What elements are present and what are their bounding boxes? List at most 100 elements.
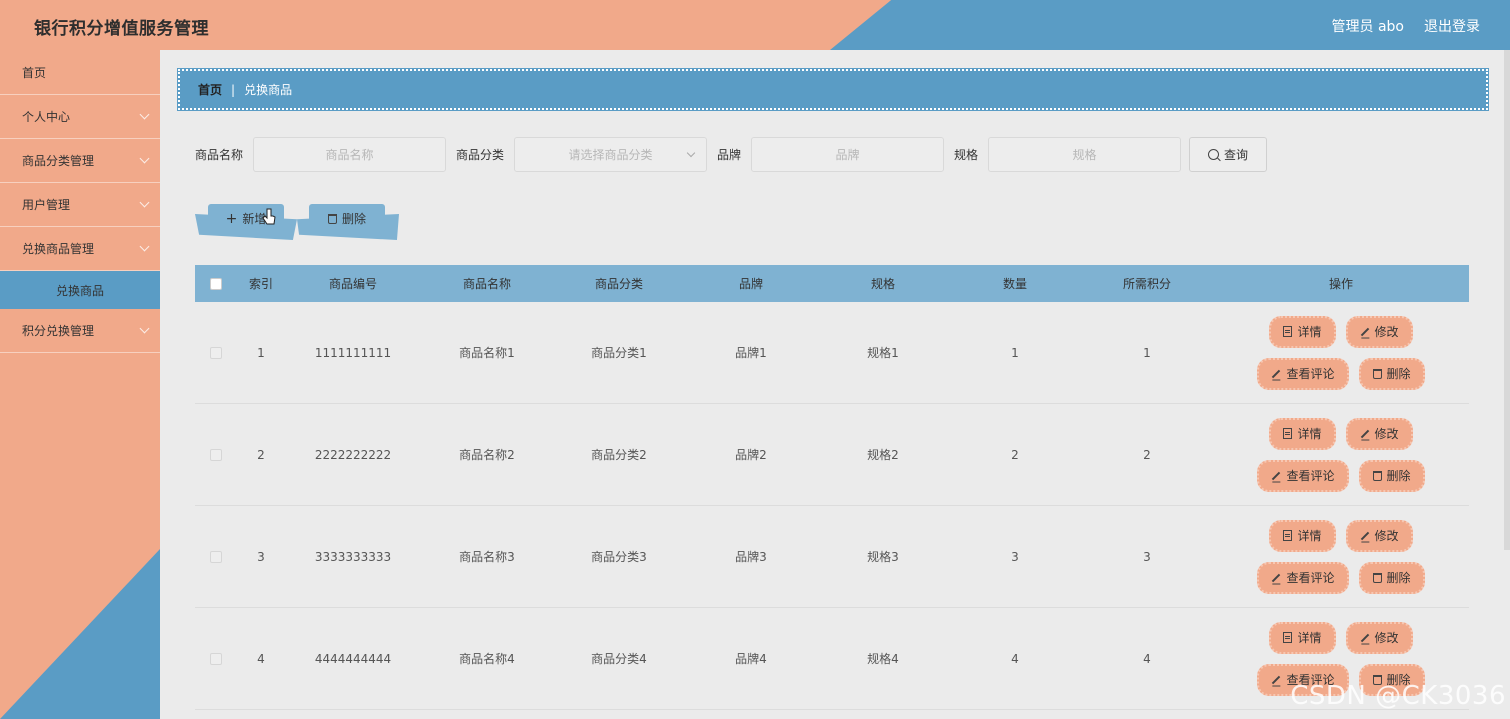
cell-quantity: 1 <box>1011 345 1019 360</box>
hand-cursor-icon <box>262 208 276 225</box>
row-check-cell <box>195 652 237 665</box>
product-category-label: 商品分类 <box>456 148 505 162</box>
pencil-icon <box>1272 369 1281 378</box>
row-delete-button[interactable]: 删除 <box>1358 459 1425 492</box>
cell-name: 商品名称4 <box>459 652 515 666</box>
cell-points: 2 <box>1143 447 1151 462</box>
batch-delete-button[interactable]: 删除 <box>309 204 385 233</box>
cell-operations: 详情 修改 查看评论 删除 <box>1213 519 1469 594</box>
cell-operations: 详情 修改 查看评论 删除 <box>1213 315 1469 390</box>
edit-button[interactable]: 修改 <box>1345 519 1413 552</box>
document-icon <box>1283 632 1293 643</box>
query-button[interactable]: 查询 <box>1189 137 1268 172</box>
row-checkbox[interactable] <box>210 346 222 359</box>
select-all-cell <box>195 277 237 290</box>
cell-category: 商品分类4 <box>591 652 647 666</box>
cell-brand: 品牌4 <box>735 652 767 666</box>
sidebar-item-points-exchange-management[interactable]: 积分兑换管理 <box>0 309 160 353</box>
cell-operations: 详情 修改 查看评论 删除 <box>1213 417 1469 492</box>
cell-index: 1 <box>257 345 265 360</box>
brand-input[interactable] <box>751 137 945 172</box>
cell-code: 3333333333 <box>314 549 392 564</box>
sidebar-item-home[interactable]: 首页 <box>0 50 160 95</box>
table-row: 2 2222222222 商品名称2 商品分类2 品牌2 规格2 2 2 详情 … <box>195 404 1469 506</box>
detail-label: 详情 <box>1297 529 1322 543</box>
trash-icon <box>1372 368 1382 379</box>
view-comments-button[interactable]: 查看评论 <box>1257 459 1349 492</box>
cell-spec: 规格3 <box>867 550 899 564</box>
edit-label: 修改 <box>1374 427 1399 441</box>
edit-label: 修改 <box>1374 529 1399 543</box>
view-comments-label: 查看评论 <box>1286 367 1335 381</box>
view-comments-button[interactable]: 查看评论 <box>1257 357 1349 390</box>
header-quantity: 数量 <box>1002 277 1027 291</box>
sidebar-item-personal-center[interactable]: 个人中心 <box>0 95 160 139</box>
row-delete-button[interactable]: 删除 <box>1358 561 1425 594</box>
chevron-down-icon <box>139 197 150 208</box>
edit-button[interactable]: 修改 <box>1345 417 1413 450</box>
sidebar-item-label: 兑换商品 <box>55 283 104 298</box>
breadcrumb-separator: | <box>231 82 236 97</box>
sidebar-item-user-management[interactable]: 用户管理 <box>0 183 160 227</box>
sidebar-item-exchange-goods-management[interactable]: 兑换商品管理 <box>0 227 160 271</box>
row-checkbox[interactable] <box>210 652 222 665</box>
row-checkbox[interactable] <box>210 550 222 563</box>
header-name: 商品名称 <box>462 277 511 291</box>
header-spec: 规格 <box>870 277 895 291</box>
document-icon <box>1283 428 1293 439</box>
breadcrumb-home[interactable]: 首页 <box>198 81 222 98</box>
detail-label: 详情 <box>1297 325 1322 339</box>
chevron-down-icon <box>139 241 150 252</box>
cell-category: 商品分类3 <box>591 550 647 564</box>
chevron-down-icon <box>139 153 150 164</box>
detail-button[interactable]: 详情 <box>1269 621 1336 654</box>
row-checkbox[interactable] <box>210 448 222 461</box>
cell-points: 1 <box>1143 345 1151 360</box>
sidebar-subitem-exchange-goods[interactable]: 兑换商品 <box>0 271 160 309</box>
plus-icon: + <box>225 210 238 227</box>
edit-button[interactable]: 修改 <box>1345 621 1413 654</box>
pencil-icon <box>1272 573 1281 582</box>
cell-index: 3 <box>257 549 265 564</box>
table-header: 索引 商品编号 商品名称 商品分类 品牌 规格 数量 所需积分 操作 <box>195 265 1469 302</box>
admin-user-label[interactable]: 管理员 abo <box>1332 16 1404 36</box>
sidebar-item-label: 商品分类管理 <box>22 154 95 168</box>
header-points: 所需积分 <box>1122 277 1171 291</box>
detail-label: 详情 <box>1297 427 1322 441</box>
sidebar-item-label: 兑换商品管理 <box>22 242 95 256</box>
vertical-scrollbar[interactable] <box>1504 50 1510 550</box>
top-header: 银行积分增值服务管理 管理员 abo 退出登录 <box>0 0 1510 50</box>
product-category-select[interactable]: 请选择商品分类 <box>514 137 708 172</box>
header-operations: 操作 <box>1328 277 1353 291</box>
row-delete-label: 删除 <box>1386 367 1411 381</box>
op-group: 详情 修改 查看评论 删除 <box>1213 519 1469 594</box>
op-line: 查看评论 删除 <box>1257 357 1425 390</box>
sidebar-item-label: 个人中心 <box>22 110 71 124</box>
edit-button[interactable]: 修改 <box>1345 315 1413 348</box>
spec-input[interactable] <box>988 137 1182 172</box>
document-icon <box>1283 530 1293 541</box>
header-user-area: 管理员 abo 退出登录 <box>1332 16 1480 36</box>
select-all-checkbox[interactable] <box>210 277 222 290</box>
pencil-icon <box>1360 633 1369 642</box>
cell-points: 4 <box>1143 651 1151 666</box>
sidebar: 首页 个人中心 商品分类管理 用户管理 兑换商品管理 兑换商品 积分兑换管理 <box>0 50 160 719</box>
sidebar-item-label: 首页 <box>22 65 47 80</box>
logout-link[interactable]: 退出登录 <box>1424 16 1480 36</box>
cell-quantity: 4 <box>1011 651 1019 666</box>
watermark-text: CSDN @CK3036 <box>1290 681 1506 711</box>
view-comments-button[interactable]: 查看评论 <box>1257 561 1349 594</box>
sidebar-item-category-management[interactable]: 商品分类管理 <box>0 139 160 183</box>
detail-button[interactable]: 详情 <box>1269 519 1336 552</box>
detail-button[interactable]: 详情 <box>1269 315 1336 348</box>
cell-brand: 品牌2 <box>735 448 767 462</box>
row-delete-button[interactable]: 删除 <box>1358 357 1425 390</box>
detail-button[interactable]: 详情 <box>1269 417 1336 450</box>
edit-label: 修改 <box>1374 325 1399 339</box>
cell-points: 3 <box>1143 549 1151 564</box>
op-line: 详情 修改 <box>1269 417 1413 450</box>
pencil-icon <box>1272 675 1281 684</box>
product-name-input[interactable] <box>253 137 447 172</box>
header-category: 商品分类 <box>594 277 643 291</box>
sidebar-item-label: 用户管理 <box>22 198 71 212</box>
